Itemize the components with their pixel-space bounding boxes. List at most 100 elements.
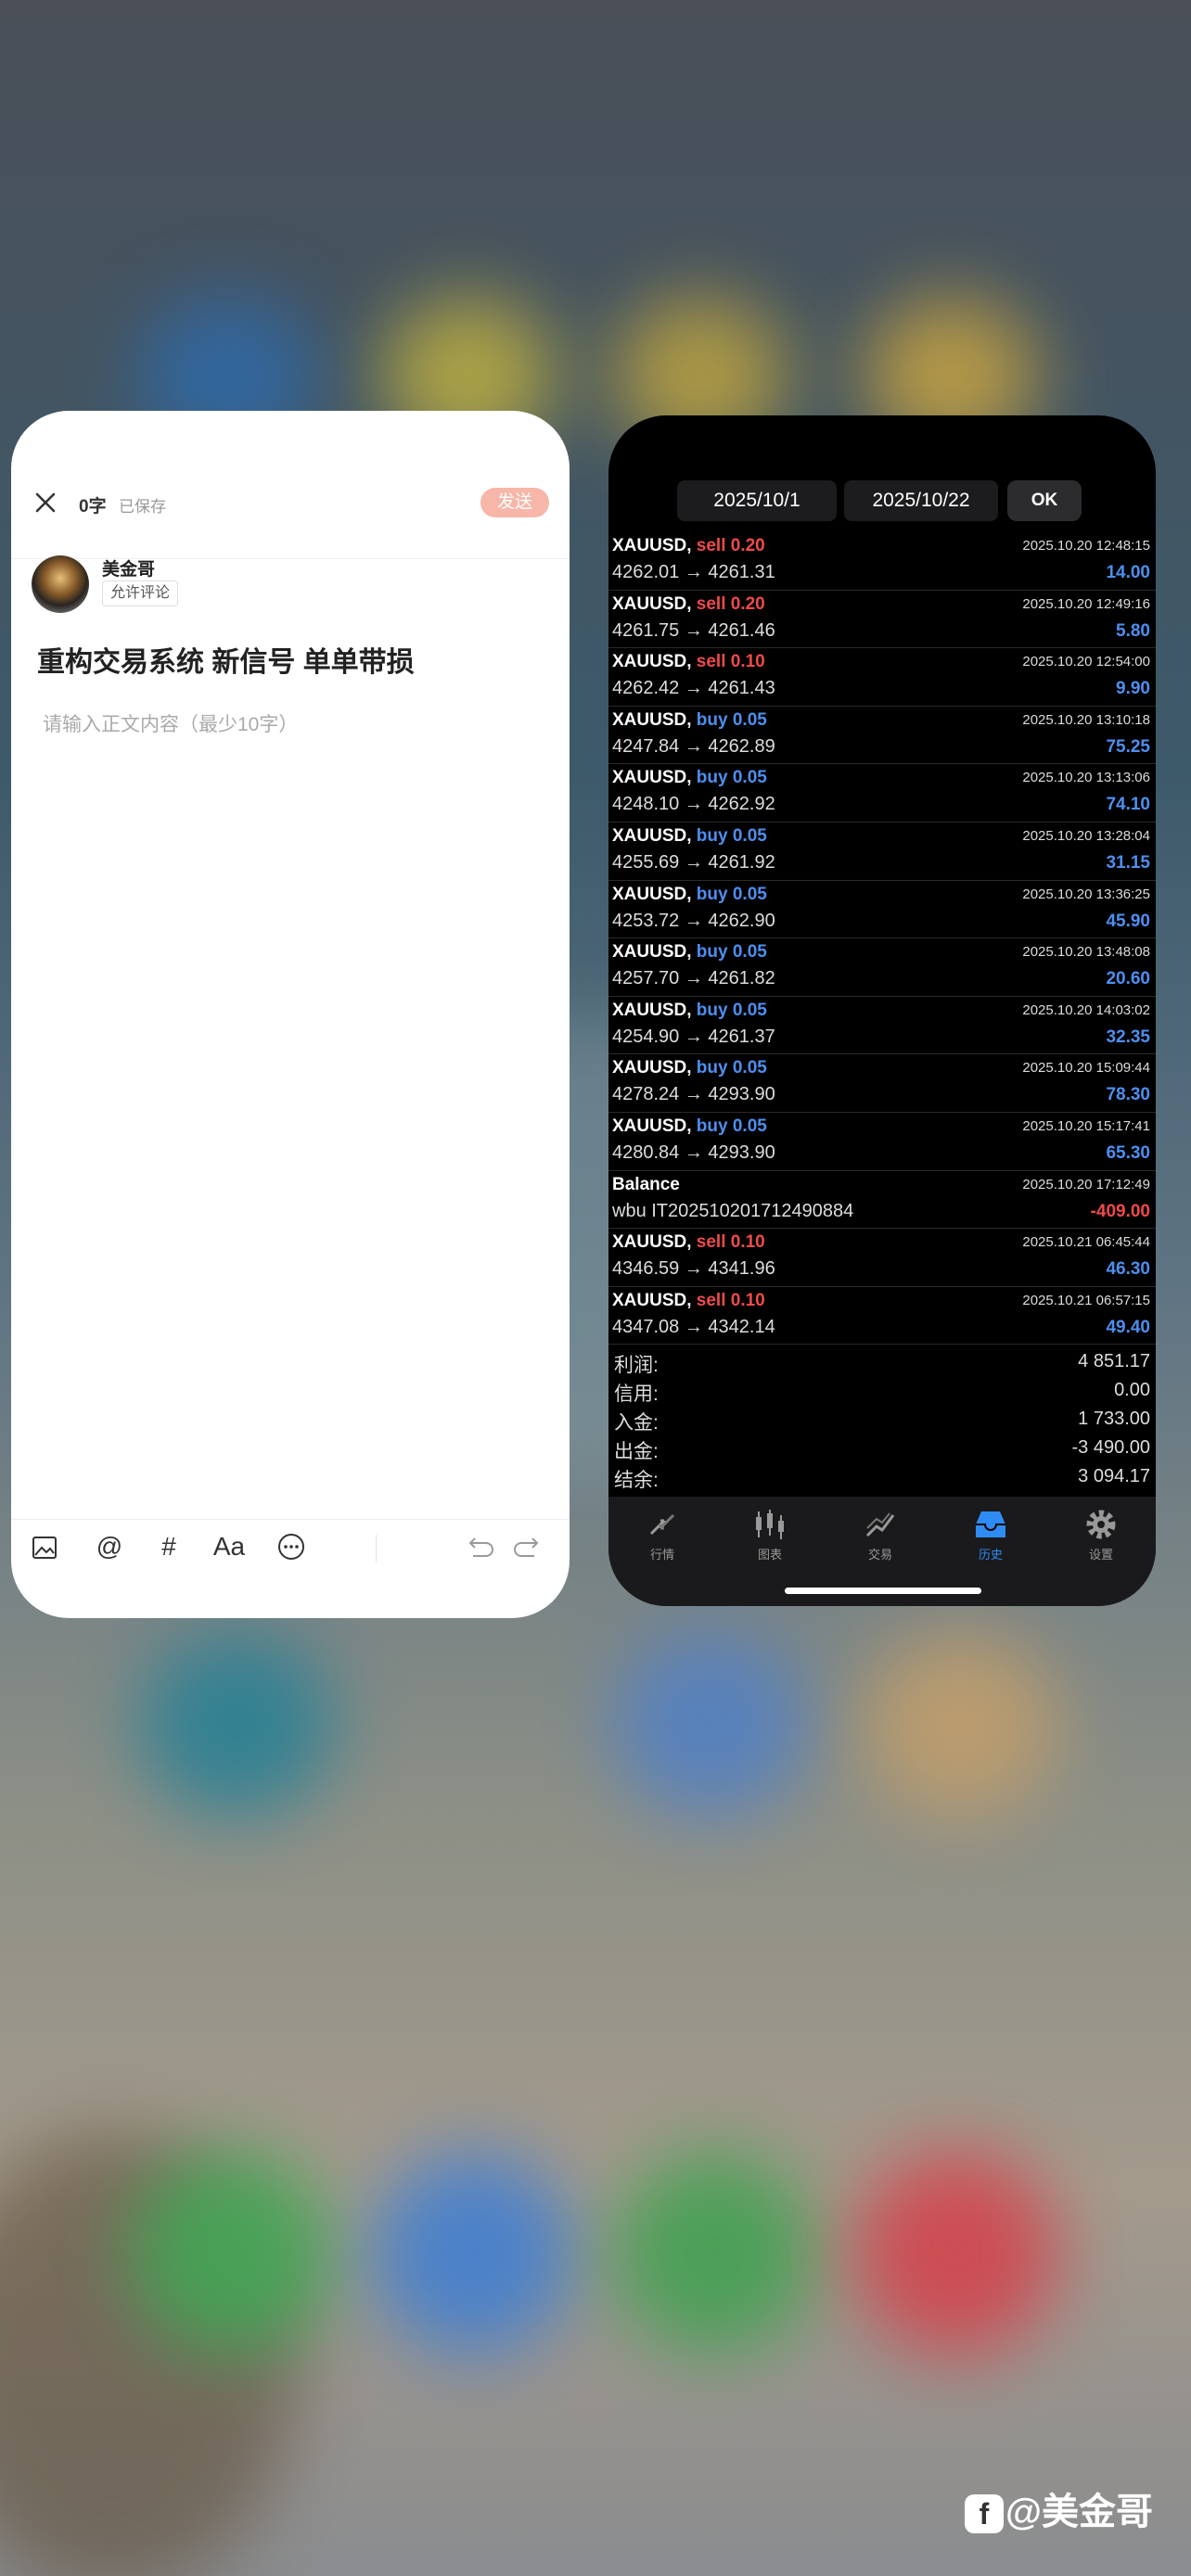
text-format-icon[interactable]: Aa — [206, 1528, 252, 1565]
deal-time: 2025.10.20 15:17:41 — [1022, 1117, 1150, 1134]
image-icon[interactable] — [30, 1528, 59, 1565]
deal-prices: 4347.08 → 4342.14 — [612, 1316, 775, 1337]
toolbar-divider — [376, 1535, 377, 1562]
deal-row[interactable]: XAUUSD, buy 0.05 2025.10.20 13:28:04 4255.… — [608, 823, 1156, 881]
deal-profit: 14.00 — [1106, 563, 1150, 582]
deal-row[interactable]: XAUUSD, buy 0.05 2025.10.20 15:17:41 4280.… — [608, 1113, 1156, 1171]
deal-time: 2025.10.20 13:13:06 — [1022, 770, 1150, 786]
deal-profit: 65.30 — [1106, 1142, 1150, 1163]
deal-time: 2025.10.20 13:10:18 — [1022, 711, 1150, 728]
deal-side-volume: buy 0.05 — [696, 1000, 767, 1020]
allow-comment-toggle[interactable]: 允许评论 — [102, 580, 179, 606]
summary-label: 出金: — [614, 1441, 659, 1462]
summary-row: 利润: 4 851.17 — [608, 1348, 1156, 1377]
deal-row[interactable]: XAUUSD, sell 0.10 2025.10.21 06:57:15 4347… — [608, 1287, 1156, 1345]
deal-time: 2025.10.20 12:54:00 — [1022, 654, 1150, 670]
deal-prices: 4255.69 → 4261.92 — [612, 851, 775, 873]
deal-side-volume: sell 0.20 — [696, 593, 765, 614]
deal-prices: 4261.75 → 4261.46 — [612, 619, 775, 641]
tab-settings[interactable]: 设置 — [1064, 1506, 1138, 1562]
tab-chart[interactable]: 图表 — [733, 1506, 807, 1562]
symbol-name: XAUUSD, — [612, 593, 692, 614]
home-indicator[interactable] — [785, 1588, 981, 1594]
deal-symbol: XAUUSD, buy 0.05 — [612, 942, 767, 963]
deal-row[interactable]: XAUUSD, buy 0.05 2025.10.20 13:13:06 4248.… — [608, 764, 1156, 823]
deal-profit: 5.80 — [1116, 620, 1150, 641]
deal-row[interactable]: Balance 2025.10.20 17:12:49 wbu IT2025102… — [608, 1171, 1156, 1230]
redo-icon[interactable] — [512, 1528, 545, 1565]
symbol-name: XAUUSD, — [612, 825, 692, 846]
summary-label: 信用: — [614, 1384, 659, 1405]
platform-logo-icon: f — [965, 2494, 1004, 2534]
deal-row[interactable]: XAUUSD, buy 0.05 2025.10.20 13:36:25 4253.… — [608, 881, 1156, 939]
post-title[interactable]: 重构交易系统 新信号 单单带损 — [37, 639, 415, 680]
editor-app-card[interactable]: 0字 已保存 发送 美金哥 允许评论 重构交易系统 新信号 单单带损 请输入正文… — [11, 411, 570, 1618]
tab-label: 历史 — [978, 1548, 1003, 1562]
close-icon[interactable] — [32, 489, 59, 516]
chart-icon — [756, 1510, 784, 1539]
summary-row: 入金: 1 733.00 — [608, 1406, 1156, 1435]
deal-side-volume: buy 0.05 — [696, 709, 767, 730]
summary-value: -3 490.00 — [1071, 1437, 1150, 1458]
summary-row: 出金: -3 490.00 — [608, 1435, 1156, 1463]
deal-row[interactable]: XAUUSD, buy 0.05 2025.10.20 15:09:44 4278.… — [608, 1054, 1156, 1113]
deal-symbol: XAUUSD, buy 0.05 — [612, 1001, 767, 1021]
deal-profit: 9.90 — [1116, 679, 1150, 699]
deal-row[interactable]: XAUUSD, buy 0.05 2025.10.20 13:10:18 4247.… — [608, 707, 1156, 765]
undo-icon[interactable] — [462, 1528, 495, 1565]
summary-row: 结余: 3 094.17 — [608, 1463, 1156, 1492]
summary-value: 0.00 — [1114, 1380, 1150, 1400]
summary-value: 1 733.00 — [1078, 1409, 1150, 1429]
author-name: 美金哥 — [102, 560, 156, 580]
deal-row[interactable]: XAUUSD, buy 0.05 2025.10.20 13:48:08 4257.… — [608, 938, 1156, 997]
deal-row[interactable]: XAUUSD, sell 0.10 2025.10.20 12:54:00 4262… — [608, 648, 1156, 707]
blurred-dock-icon — [130, 2151, 334, 2355]
date-to-picker[interactable]: 2025/10/22 — [844, 480, 998, 521]
tab-quotes[interactable]: 行情 — [625, 1506, 699, 1562]
tab-label: 设置 — [1088, 1548, 1113, 1562]
deal-symbol: XAUUSD, buy 0.05 — [612, 826, 767, 847]
mention-icon[interactable]: @ — [91, 1528, 128, 1565]
deal-row[interactable]: XAUUSD, sell 0.20 2025.10.20 12:48:15 4262… — [608, 532, 1156, 591]
deal-prices: 4253.72 → 4262.90 — [612, 910, 775, 931]
date-from-picker[interactable]: 2025/10/1 — [677, 480, 837, 521]
post-body-input[interactable]: 请输入正文内容（最少10字） — [43, 709, 298, 737]
tab-history[interactable]: 历史 — [954, 1506, 1028, 1562]
deal-time: 2025.10.20 13:48:08 — [1022, 944, 1150, 961]
deal-profit: 49.40 — [1106, 1317, 1150, 1337]
deal-profit: 31.15 — [1106, 852, 1150, 873]
settings-icon — [1086, 1510, 1116, 1539]
deal-prices: 4280.84 → 4293.90 — [612, 1141, 775, 1163]
account-summary: 利润: 4 851.17 信用: 0.00 入金: 1 733.00 出金: -3 490.0… — [608, 1348, 1156, 1492]
more-icon[interactable] — [275, 1528, 308, 1565]
symbol-name: XAUUSD, — [612, 1290, 692, 1310]
blurred-dock-icon — [853, 2151, 1057, 2355]
deal-prices: 4248.10 → 4262.92 — [612, 794, 775, 815]
deal-side-volume: sell 0.10 — [696, 1232, 765, 1253]
deal-row[interactable]: XAUUSD, buy 0.05 2025.10.20 14:03:02 4254.… — [608, 997, 1156, 1055]
blurred-app-icon — [612, 1632, 807, 1817]
deal-profit: 78.30 — [1106, 1085, 1150, 1105]
deal-row[interactable]: XAUUSD, sell 0.20 2025.10.20 12:49:16 4261… — [608, 591, 1156, 649]
deal-profit: -409.00 — [1090, 1201, 1150, 1221]
tab-trade[interactable]: 交易 — [843, 1506, 917, 1562]
symbol-name: XAUUSD, — [612, 1058, 692, 1078]
trading-app-card[interactable]: 2025/10/1 2025/10/22 OK XAUUSD, sell 0.2… — [608, 415, 1156, 1606]
deal-time: 2025.10.20 13:36:25 — [1022, 886, 1150, 902]
deal-time: 2025.10.21 06:45:44 — [1022, 1234, 1150, 1251]
ok-button[interactable]: OK — [1007, 480, 1082, 521]
deal-profit: 75.25 — [1106, 736, 1150, 757]
watermark-text: @美金哥 — [1005, 2492, 1154, 2532]
symbol-name: XAUUSD, — [612, 709, 692, 730]
blurred-app-icon — [139, 1632, 334, 1817]
avatar[interactable] — [32, 555, 89, 613]
quotes-icon — [649, 1513, 675, 1536]
deal-side-volume: buy 0.05 — [696, 825, 767, 846]
hashtag-icon[interactable]: # — [150, 1528, 187, 1565]
deal-list: XAUUSD, sell 0.20 2025.10.20 12:48:15 4262… — [608, 532, 1156, 1345]
blurred-dock-icon — [612, 2151, 816, 2355]
send-button[interactable]: 发送 — [480, 488, 549, 517]
deal-prices: 4262.42 → 4261.43 — [612, 678, 775, 699]
tab-bar: 行情 图表 交易 历史 设置 — [608, 1497, 1156, 1606]
deal-row[interactable]: XAUUSD, sell 0.10 2025.10.21 06:45:44 4346… — [608, 1229, 1156, 1287]
